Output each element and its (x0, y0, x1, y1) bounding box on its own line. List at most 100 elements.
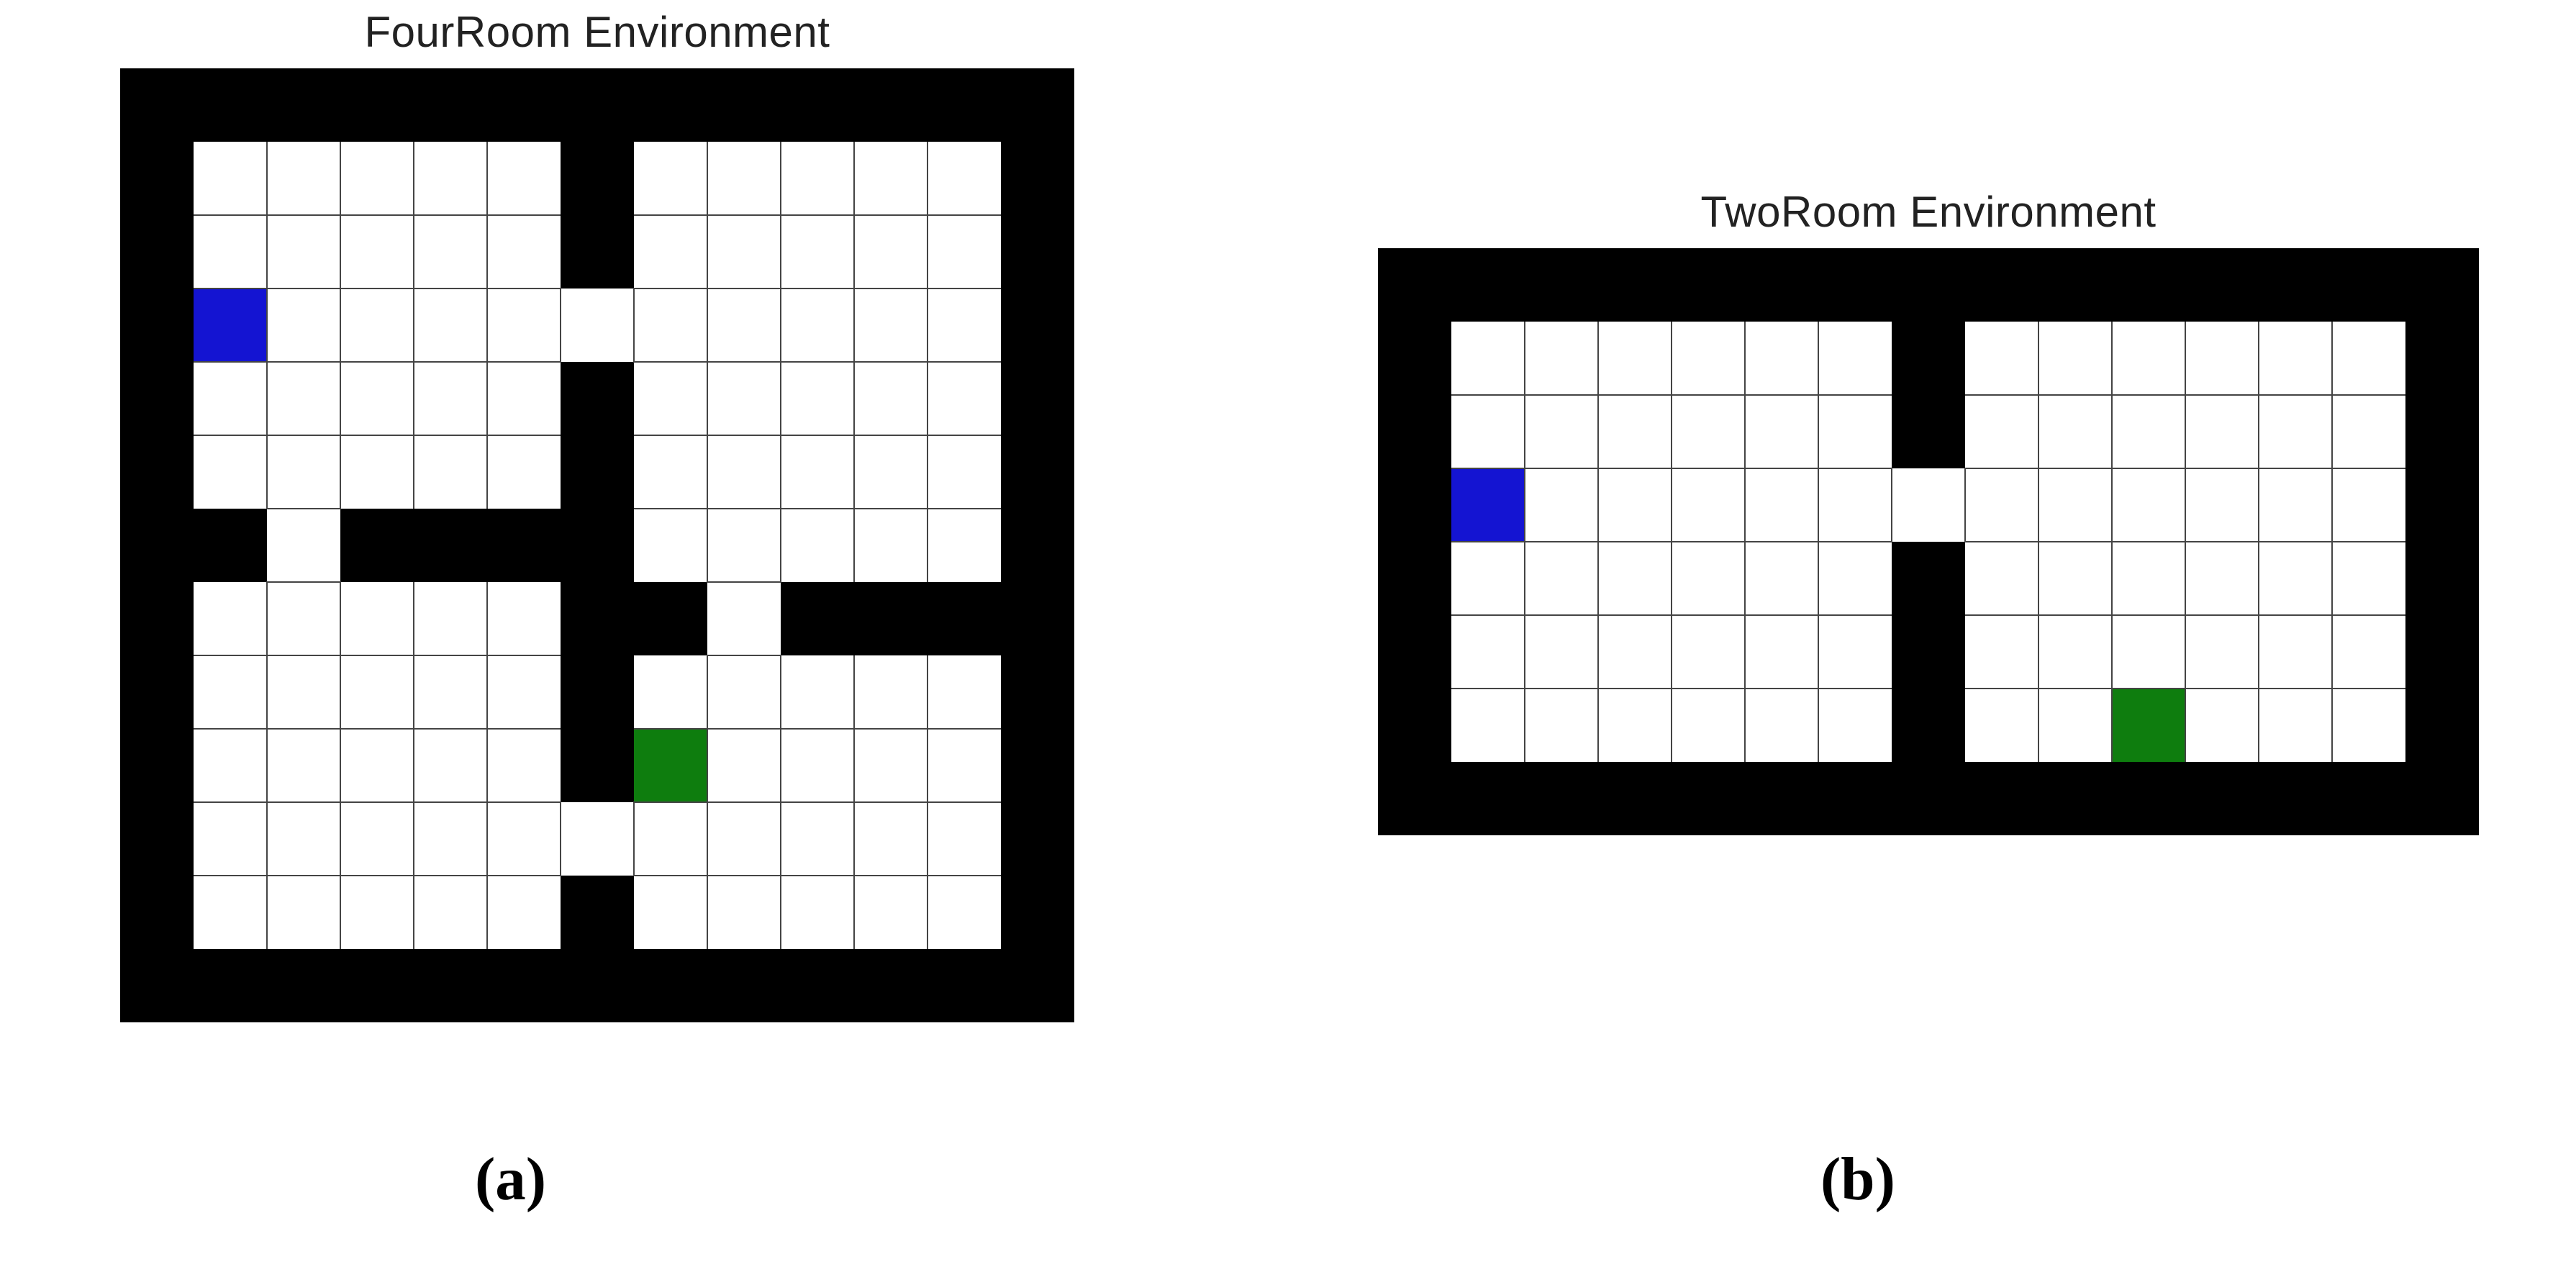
tworoom-empty-cell (1525, 615, 1598, 689)
tworoom-empty-cell (1745, 542, 1818, 615)
tworoom-wall-cell (1745, 762, 1818, 835)
tworoom-wall-cell (2185, 248, 2259, 322)
fourroom-wall-cell (1001, 582, 1074, 655)
fourroom-empty-cell (340, 435, 414, 509)
fourroom-wall-cell (634, 582, 707, 655)
fourroom-empty-cell (267, 289, 340, 362)
tworoom-empty-cell (1818, 468, 1892, 542)
fourroom-empty-cell (487, 435, 561, 509)
tworoom-empty-cell (1525, 322, 1598, 395)
fourroom-empty-cell (267, 582, 340, 655)
tworoom-empty-cell (1451, 322, 1525, 395)
fourroom-wall-cell (1001, 949, 1074, 1022)
tworoom-empty-cell (1672, 395, 1745, 468)
tworoom-wall-cell (2259, 248, 2332, 322)
tworoom-empty-cell (2259, 615, 2332, 689)
fourroom-empty-cell (267, 435, 340, 509)
tworoom-empty-cell (2112, 468, 2185, 542)
fourroom-wall-cell (854, 949, 928, 1022)
fourroom-empty-cell (194, 215, 267, 289)
tworoom-empty-cell (1745, 322, 1818, 395)
fourroom-empty-cell (414, 655, 487, 729)
fourroom-wall-cell (487, 68, 561, 142)
fourroom-empty-cell (781, 142, 854, 215)
tworoom-agent-cell (1451, 468, 1525, 542)
tworoom-wall-cell (2112, 762, 2185, 835)
fourroom-empty-cell (707, 509, 781, 582)
fourroom-wall-cell (120, 876, 194, 949)
tworoom-wall-cell (1378, 689, 1451, 762)
panel-fourroom: FourRoom Environment (72, 7, 1123, 1022)
fourroom-wall-cell (854, 68, 928, 142)
fourroom-empty-cell (928, 289, 1001, 362)
tworoom-empty-cell (2332, 395, 2405, 468)
fourroom-empty-cell (707, 435, 781, 509)
fourroom-wall-cell (1001, 509, 1074, 582)
fourroom-empty-cell (487, 729, 561, 802)
tworoom-empty-cell (2332, 689, 2405, 762)
fourroom-empty-cell (267, 362, 340, 435)
fourroom-empty-cell (267, 876, 340, 949)
fourroom-goal-cell (634, 729, 707, 802)
tworoom-empty-cell (1598, 615, 1672, 689)
fourroom-empty-cell (414, 435, 487, 509)
fourroom-empty-cell (707, 582, 781, 655)
fourroom-empty-cell (487, 362, 561, 435)
tworoom-empty-cell (2038, 689, 2112, 762)
tworoom-empty-cell (1965, 542, 2038, 615)
tworoom-empty-cell (1598, 395, 1672, 468)
fourroom-wall-cell (928, 949, 1001, 1022)
tworoom-wall-cell (2405, 248, 2479, 322)
tworoom-empty-cell (2332, 615, 2405, 689)
tworoom-goal-cell (2112, 689, 2185, 762)
fourroom-empty-cell (267, 142, 340, 215)
tworoom-empty-cell (1745, 689, 1818, 762)
tworoom-wall-cell (1525, 762, 1598, 835)
fourroom-wall-cell (781, 68, 854, 142)
fourroom-wall-cell (120, 949, 194, 1022)
fourroom-empty-cell (267, 729, 340, 802)
fourroom-wall-cell (194, 509, 267, 582)
fourroom-empty-cell (340, 142, 414, 215)
fourroom-wall-cell (267, 949, 340, 1022)
fourroom-wall-cell (707, 949, 781, 1022)
fourroom-empty-cell (928, 655, 1001, 729)
fourroom-wall-cell (1001, 142, 1074, 215)
fourroom-empty-cell (781, 435, 854, 509)
tworoom-wall-cell (1892, 395, 1965, 468)
page: FourRoom Environment TwoRoom Environment… (0, 0, 2576, 1272)
fourroom-empty-cell (854, 435, 928, 509)
fourroom-empty-cell (487, 582, 561, 655)
fourroom-wall-cell (120, 729, 194, 802)
fourroom-wall-cell (487, 509, 561, 582)
fourroom-wall-cell (120, 582, 194, 655)
tworoom-wall-cell (1672, 762, 1745, 835)
fourroom-wall-cell (120, 362, 194, 435)
fourroom-empty-cell (854, 802, 928, 876)
fourroom-empty-cell (194, 802, 267, 876)
fourroom-empty-cell (414, 582, 487, 655)
fourroom-wall-cell (267, 68, 340, 142)
tworoom-empty-cell (2259, 322, 2332, 395)
fourroom-empty-cell (634, 215, 707, 289)
tworoom-wall-cell (2405, 615, 2479, 689)
fourroom-empty-cell (634, 876, 707, 949)
tworoom-wall-cell (1892, 689, 1965, 762)
fourroom-wall-cell (1001, 876, 1074, 949)
tworoom-empty-cell (1451, 542, 1525, 615)
fourroom-wall-cell (854, 582, 928, 655)
tworoom-empty-cell (1525, 468, 1598, 542)
fourroom-empty-cell (561, 802, 634, 876)
fourroom-empty-cell (194, 435, 267, 509)
fourroom-grid (120, 68, 1074, 1022)
tworoom-empty-cell (1818, 615, 1892, 689)
fourroom-empty-cell (561, 289, 634, 362)
fourroom-wall-cell (1001, 289, 1074, 362)
tworoom-empty-cell (1672, 615, 1745, 689)
fourroom-wall-cell (120, 655, 194, 729)
fourroom-empty-cell (414, 362, 487, 435)
tworoom-empty-cell (2112, 542, 2185, 615)
tworoom-empty-cell (1525, 689, 1598, 762)
tworoom-wall-cell (2332, 762, 2405, 835)
tworoom-grid-wrap (1378, 248, 2479, 835)
